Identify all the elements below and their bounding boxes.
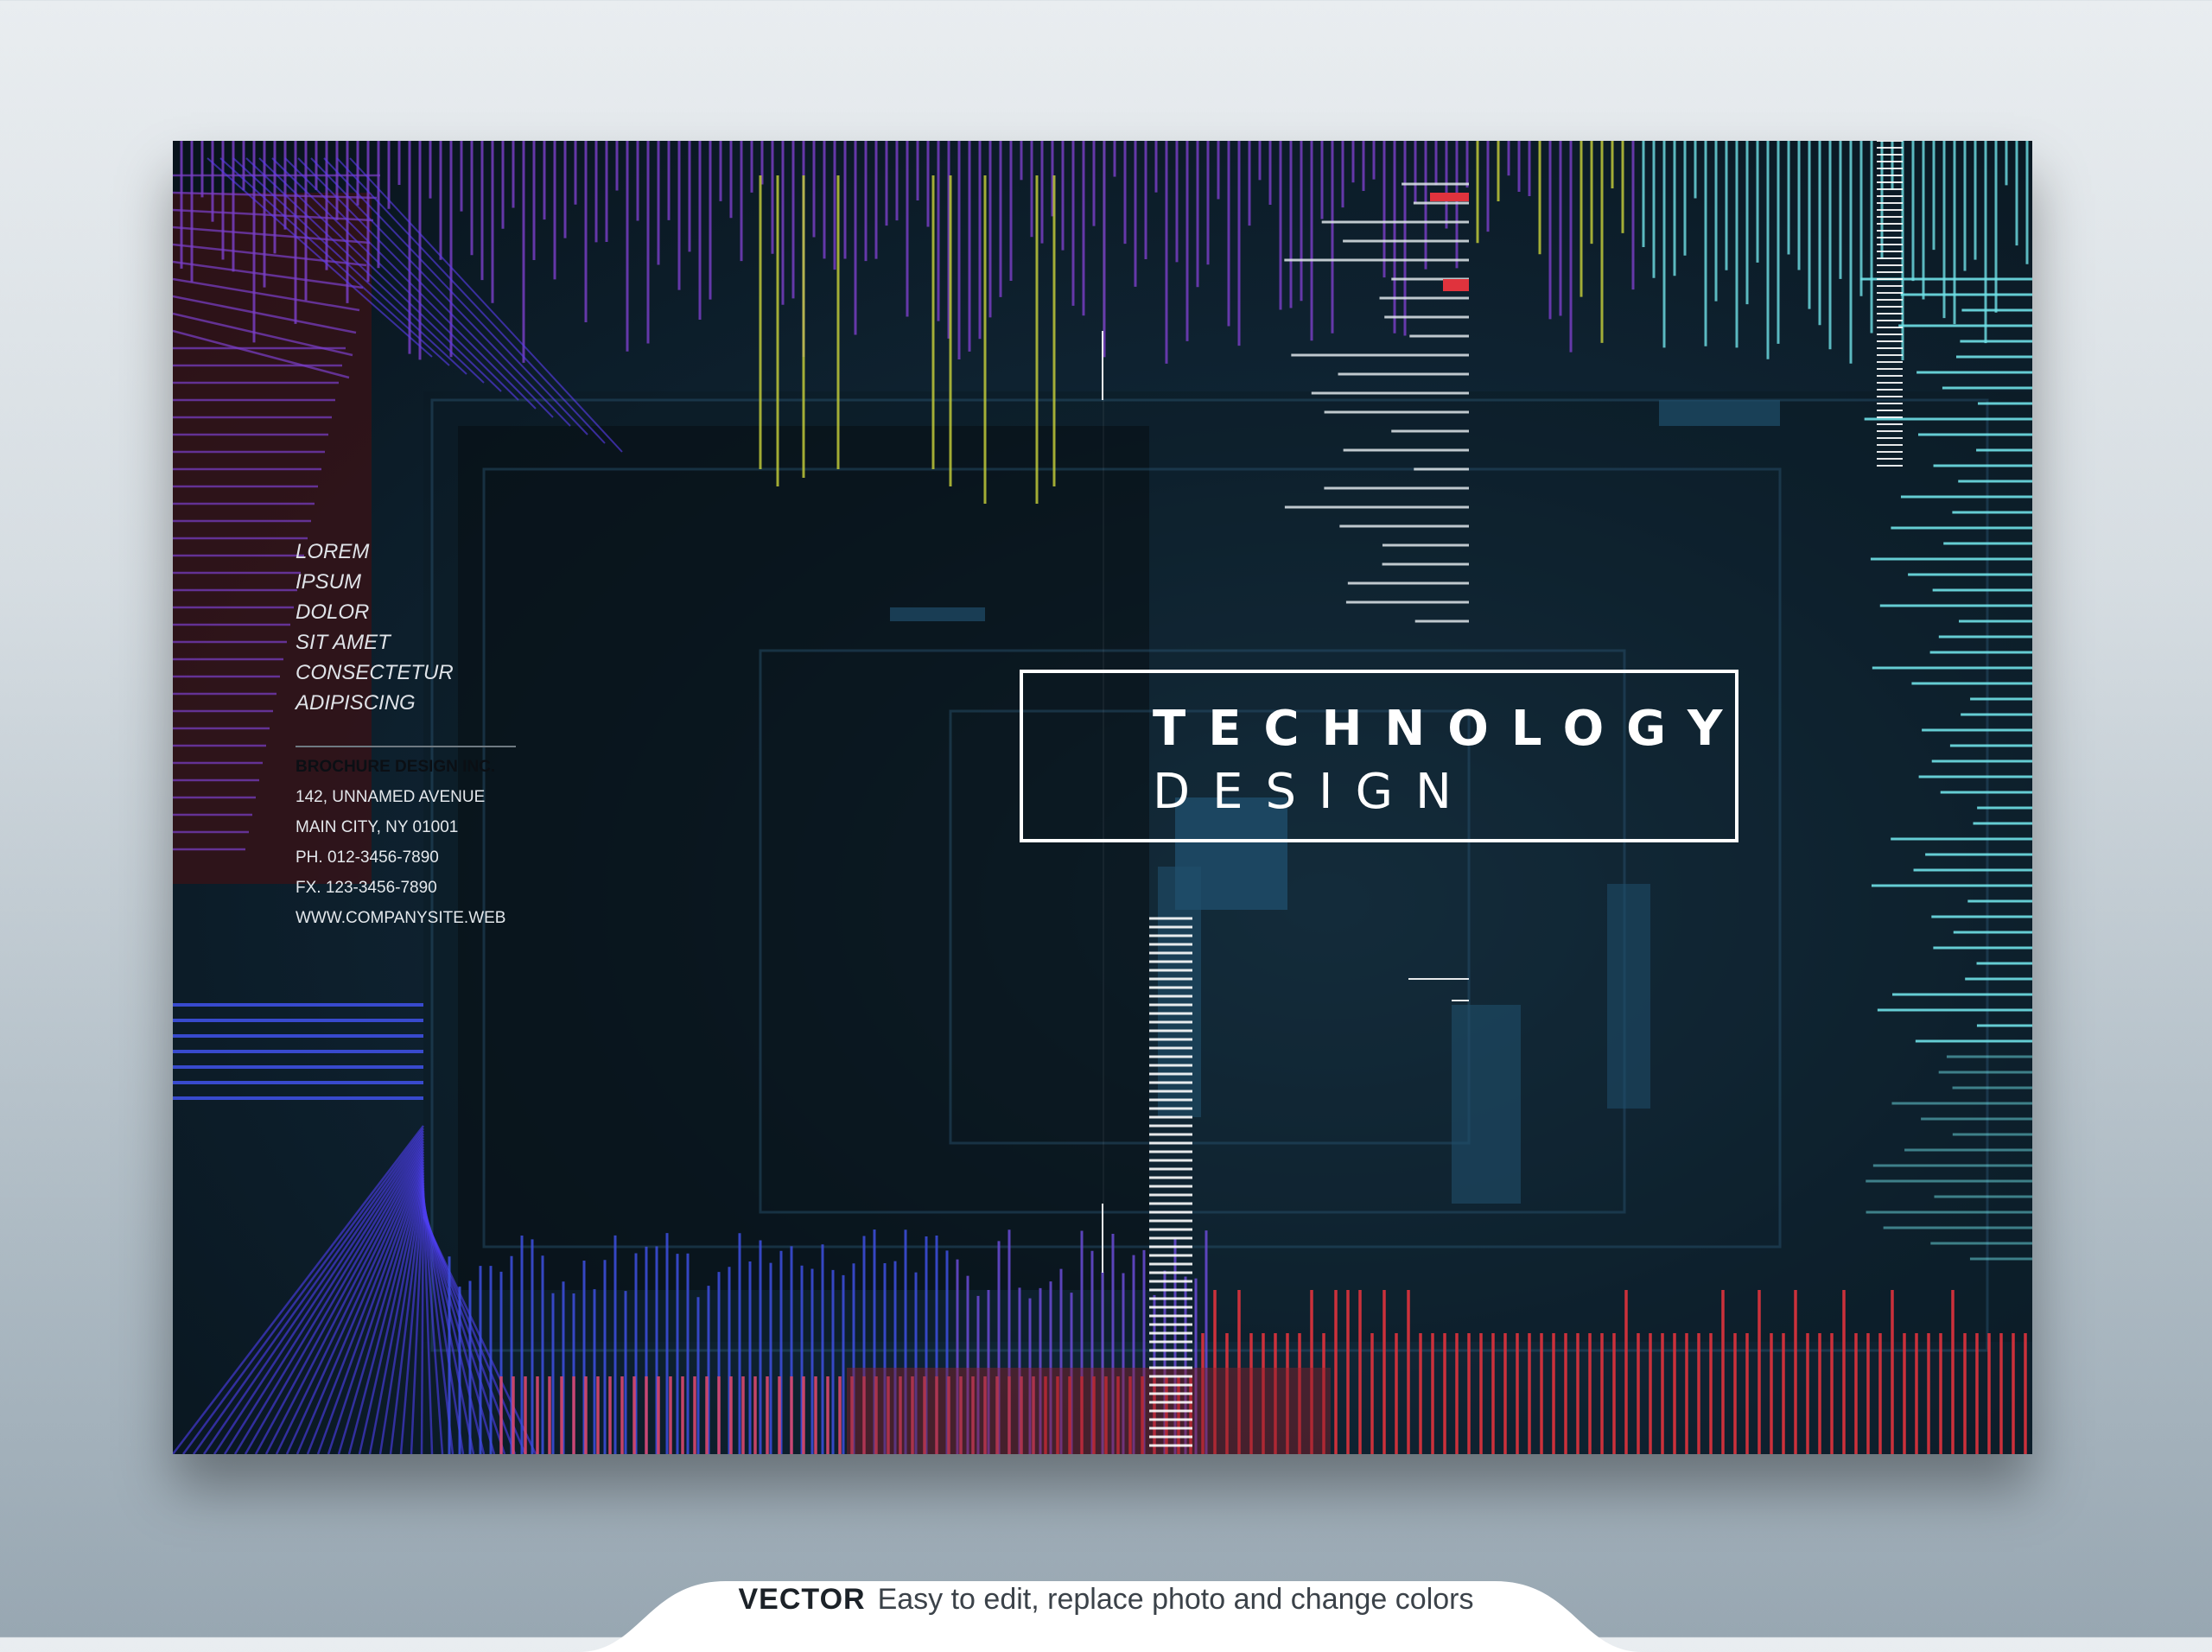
- blue-block: [1607, 884, 1650, 1109]
- blue-ray-line: [173, 1125, 424, 1454]
- city-line: MAIN CITY, NY 01001: [296, 818, 459, 836]
- blue-ray-line: [213, 1135, 425, 1454]
- blue-block: [1452, 1005, 1521, 1204]
- red-tick: [1430, 193, 1469, 201]
- website-line: WWW.COMPANYSITE.WEB: [296, 909, 506, 927]
- tagline-line: IPSUM: [296, 570, 362, 594]
- phone-line: PH. 012-3456-7890: [296, 848, 439, 867]
- contact-block: BROCHURE DESIGN INC. 142, UNNAMED AVENUE…: [296, 752, 555, 933]
- title-frame: TECHNOLOGY DESIGN: [1020, 670, 1738, 842]
- title-text: TECHNOLOGY: [1153, 701, 1745, 757]
- blue-ray-line: [223, 1138, 425, 1454]
- blue-block: [890, 607, 985, 621]
- tagline-line: SIT AMET: [296, 631, 391, 654]
- subtitle-text: DESIGN: [1153, 764, 1474, 820]
- red-glow-block: [847, 1368, 1331, 1454]
- tagline-list: LOREM IPSUM DOLOR SIT AMET CONSECTETUR A…: [296, 537, 454, 718]
- tagline-line: DOLOR: [296, 600, 370, 624]
- tagline-line: ADIPISCING: [296, 691, 416, 715]
- contact-divider: [296, 746, 516, 747]
- address-line: 142, UNNAMED AVENUE: [296, 788, 486, 806]
- brochure-cover: LOREM IPSUM DOLOR SIT AMET CONSECTETUR A…: [173, 141, 2032, 1454]
- blue-block: [1659, 400, 1780, 426]
- blue-block: [1158, 867, 1201, 1117]
- footer-label: VECTOR: [738, 1583, 866, 1616]
- tagline-line: CONSECTETUR: [296, 661, 454, 684]
- tagline-line: LOREM: [296, 540, 370, 563]
- inner-dark-panel: [458, 426, 1149, 1290]
- fax-line: FX. 123-3456-7890: [296, 879, 437, 897]
- footer-description: Easy to edit, replace photo and change c…: [877, 1583, 1474, 1616]
- footer-caption: VECTOR Easy to edit, replace photo and ch…: [0, 1583, 2212, 1617]
- red-tick: [1443, 279, 1469, 291]
- blue-ray-line: [275, 1151, 425, 1454]
- company-name: BROCHURE DESIGN INC.: [296, 758, 496, 776]
